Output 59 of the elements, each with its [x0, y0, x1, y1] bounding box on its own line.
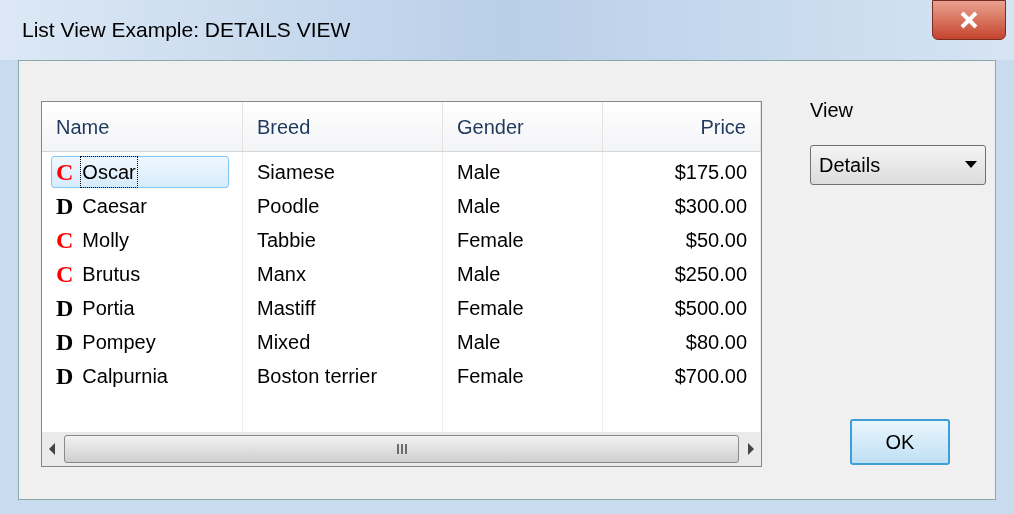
- table-cell-text: $500.00: [674, 296, 747, 321]
- column-header[interactable]: Name: [42, 102, 243, 151]
- name-text: Oscar: [81, 157, 137, 187]
- view-label: View: [810, 98, 854, 123]
- item-icon: D: [56, 296, 74, 320]
- name-text: Pompey: [81, 330, 157, 355]
- list-item[interactable]: D Pompey: [51, 326, 229, 358]
- column-header[interactable]: Breed: [243, 102, 443, 151]
- table-cell-text: $700.00: [674, 364, 747, 389]
- table-cell-text: $175.00: [674, 160, 747, 185]
- table-cell-text: Tabbie: [257, 228, 316, 253]
- table-cell-text: $300.00: [674, 194, 747, 219]
- name-text: Caesar: [81, 194, 148, 219]
- item-icon: D: [56, 194, 74, 218]
- name-text: Calpurnia: [81, 364, 169, 389]
- horizontal-scrollbar[interactable]: [42, 432, 761, 466]
- table-cell-text: Female: [457, 364, 524, 389]
- list-item[interactable]: D Portia: [51, 292, 229, 324]
- table-cell-text: $250.00: [674, 262, 747, 287]
- scroll-right-icon: [747, 443, 755, 455]
- table-cell-text: Siamese: [257, 160, 335, 185]
- table-cell-text: Female: [457, 296, 524, 321]
- scrollbar-thumb[interactable]: [64, 435, 739, 463]
- table-cell-text: Mixed: [257, 330, 311, 355]
- list-view[interactable]: [41, 101, 762, 467]
- column-header[interactable]: Gender: [443, 102, 603, 151]
- item-icon: C: [56, 228, 74, 252]
- table-cell-text: Female: [457, 228, 524, 253]
- view-dropdown[interactable]: Details: [810, 145, 986, 185]
- table-cell-text: Boston terrier: [257, 364, 378, 389]
- item-icon: C: [56, 160, 74, 184]
- list-item[interactable]: D Calpurnia: [51, 360, 229, 392]
- name-text: Portia: [81, 296, 136, 321]
- grip-icon: [395, 443, 408, 455]
- item-icon: C: [56, 262, 74, 286]
- scroll-left-icon: [48, 443, 56, 455]
- name-text: Molly: [81, 228, 130, 253]
- list-item[interactable]: C Brutus: [51, 258, 229, 290]
- column-header[interactable]: Price: [603, 102, 761, 151]
- ok-button[interactable]: OK: [850, 419, 950, 465]
- name-text: Brutus: [81, 262, 142, 287]
- item-icon: D: [56, 364, 74, 388]
- dropdown-arrow-icon: [965, 161, 977, 169]
- table-cell-text: Mastiff: [257, 296, 316, 321]
- list-item[interactable]: C Oscar: [51, 156, 229, 188]
- table-cell-text: Male: [457, 160, 501, 185]
- list-item[interactable]: C Molly: [51, 224, 229, 256]
- close-button[interactable]: [932, 0, 1006, 40]
- list-item[interactable]: D Caesar: [51, 190, 229, 222]
- close-icon: [959, 11, 979, 29]
- table-cell-text: Male: [457, 194, 501, 219]
- table-cell-text: Male: [457, 330, 501, 355]
- table-cell-text: Manx: [257, 262, 306, 287]
- table-cell-text: Poodle: [257, 194, 320, 219]
- table-cell-text: $80.00: [685, 330, 747, 355]
- table-cell-text: Male: [457, 262, 501, 287]
- table-cell-text: $50.00: [685, 228, 747, 253]
- item-icon: D: [56, 330, 74, 354]
- window-title: List View Example: DETAILS VIEW: [22, 17, 351, 44]
